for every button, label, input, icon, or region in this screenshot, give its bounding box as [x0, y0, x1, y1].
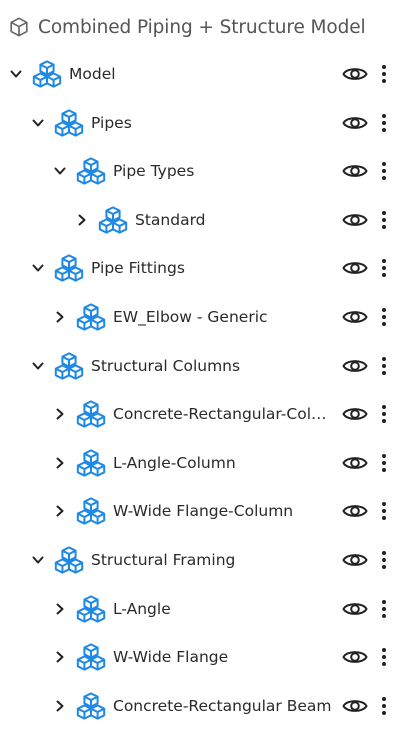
tree-row[interactable]: Concrete-Rectangular-Column — [0, 392, 403, 436]
visibility-eye-icon[interactable] — [342, 62, 368, 86]
tree-item-label[interactable]: Model — [69, 52, 116, 96]
more-options-icon[interactable] — [377, 548, 391, 572]
tree-row[interactable]: Structural Columns — [0, 344, 403, 388]
chevron-down-icon[interactable] — [49, 160, 71, 182]
chevron-down-icon[interactable] — [5, 63, 27, 85]
chevron-down-icon[interactable] — [27, 257, 49, 279]
category-cubes-icon — [76, 496, 106, 526]
chevron-down-icon[interactable] — [27, 112, 49, 134]
tree-row[interactable]: Concrete-Rectangular Beam — [0, 684, 403, 728]
visibility-eye-icon[interactable] — [342, 111, 368, 135]
chevron-right-icon[interactable] — [49, 306, 71, 328]
more-options-icon[interactable] — [377, 208, 391, 232]
model-cubes-icon — [32, 59, 62, 89]
tree-row[interactable]: EW_Elbow - Generic — [0, 295, 403, 339]
tree-item-label[interactable]: Concrete-Rectangular Beam — [113, 684, 332, 728]
chevron-right-icon[interactable] — [49, 452, 71, 474]
visibility-eye-icon[interactable] — [342, 694, 368, 718]
cube-outline-icon — [10, 17, 28, 37]
more-options-icon[interactable] — [377, 597, 391, 621]
more-options-icon[interactable] — [377, 451, 391, 475]
more-options-icon[interactable] — [377, 256, 391, 280]
visibility-eye-icon[interactable] — [342, 305, 368, 329]
panel-header: Combined Piping + Structure Model — [8, 12, 398, 42]
more-options-icon[interactable] — [377, 62, 391, 86]
category-cubes-icon — [76, 399, 106, 429]
tree-row[interactable]: Model — [0, 52, 403, 96]
more-options-icon[interactable] — [377, 305, 391, 329]
category-cubes-icon — [76, 302, 106, 332]
tree-item-label[interactable]: Pipes — [91, 101, 132, 145]
category-cubes-icon — [76, 156, 106, 186]
more-options-icon[interactable] — [377, 694, 391, 718]
visibility-eye-icon[interactable] — [342, 402, 368, 426]
tree-row[interactable]: L-Angle — [0, 587, 403, 631]
visibility-eye-icon[interactable] — [342, 256, 368, 280]
panel-title: Combined Piping + Structure Model — [38, 16, 366, 38]
tree-row[interactable]: Structural Framing — [0, 538, 403, 582]
chevron-right-icon[interactable] — [49, 403, 71, 425]
tree-item-label[interactable]: Structural Columns — [91, 344, 240, 388]
visibility-eye-icon[interactable] — [342, 354, 368, 378]
visibility-eye-icon[interactable] — [342, 451, 368, 475]
category-cubes-icon — [98, 205, 128, 235]
more-options-icon[interactable] — [377, 111, 391, 135]
tree-row[interactable]: Standard — [0, 198, 403, 242]
category-cubes-icon — [76, 594, 106, 624]
tree-item-label[interactable]: Pipe Fittings — [91, 246, 185, 290]
tree-row[interactable]: L-Angle-Column — [0, 441, 403, 485]
more-options-icon[interactable] — [377, 354, 391, 378]
tree-item-label[interactable]: Standard — [135, 198, 206, 242]
category-cubes-icon — [76, 642, 106, 672]
tree-row[interactable]: W-Wide Flange-Column — [0, 489, 403, 533]
tree-row[interactable]: Pipe Fittings — [0, 246, 403, 290]
tree-item-label[interactable]: EW_Elbow - Generic — [113, 295, 268, 339]
category-cubes-icon — [54, 108, 84, 138]
chevron-right-icon[interactable] — [49, 646, 71, 668]
chevron-down-icon[interactable] — [27, 549, 49, 571]
tree-item-label[interactable]: Structural Framing — [91, 538, 235, 582]
chevron-down-icon[interactable] — [27, 355, 49, 377]
more-options-icon[interactable] — [377, 159, 391, 183]
chevron-right-icon[interactable] — [49, 695, 71, 717]
tree-item-label[interactable]: L-Angle-Column — [113, 441, 236, 485]
chevron-right-icon[interactable] — [49, 500, 71, 522]
tree-row[interactable]: Pipe Types — [0, 149, 403, 193]
category-cubes-icon — [54, 351, 84, 381]
visibility-eye-icon[interactable] — [342, 499, 368, 523]
tree-item-label[interactable]: W-Wide Flange-Column — [113, 489, 293, 533]
tree-item-label[interactable]: Pipe Types — [113, 149, 194, 193]
tree-item-label[interactable]: L-Angle — [113, 587, 171, 631]
tree-row[interactable]: W-Wide Flange — [0, 635, 403, 679]
visibility-eye-icon[interactable] — [342, 208, 368, 232]
tree-row[interactable]: Pipes — [0, 101, 403, 145]
tree-item-label[interactable]: W-Wide Flange — [113, 635, 228, 679]
visibility-eye-icon[interactable] — [342, 597, 368, 621]
chevron-right-icon[interactable] — [49, 598, 71, 620]
visibility-eye-icon[interactable] — [342, 645, 368, 669]
more-options-icon[interactable] — [377, 499, 391, 523]
category-cubes-icon — [76, 448, 106, 478]
visibility-eye-icon[interactable] — [342, 548, 368, 572]
category-cubes-icon — [76, 691, 106, 721]
chevron-right-icon[interactable] — [71, 209, 93, 231]
more-options-icon[interactable] — [377, 645, 391, 669]
tree-item-label[interactable]: Concrete-Rectangular-Column — [113, 392, 336, 436]
more-options-icon[interactable] — [377, 402, 391, 426]
visibility-eye-icon[interactable] — [342, 159, 368, 183]
category-cubes-icon — [54, 253, 84, 283]
category-cubes-icon — [54, 545, 84, 575]
